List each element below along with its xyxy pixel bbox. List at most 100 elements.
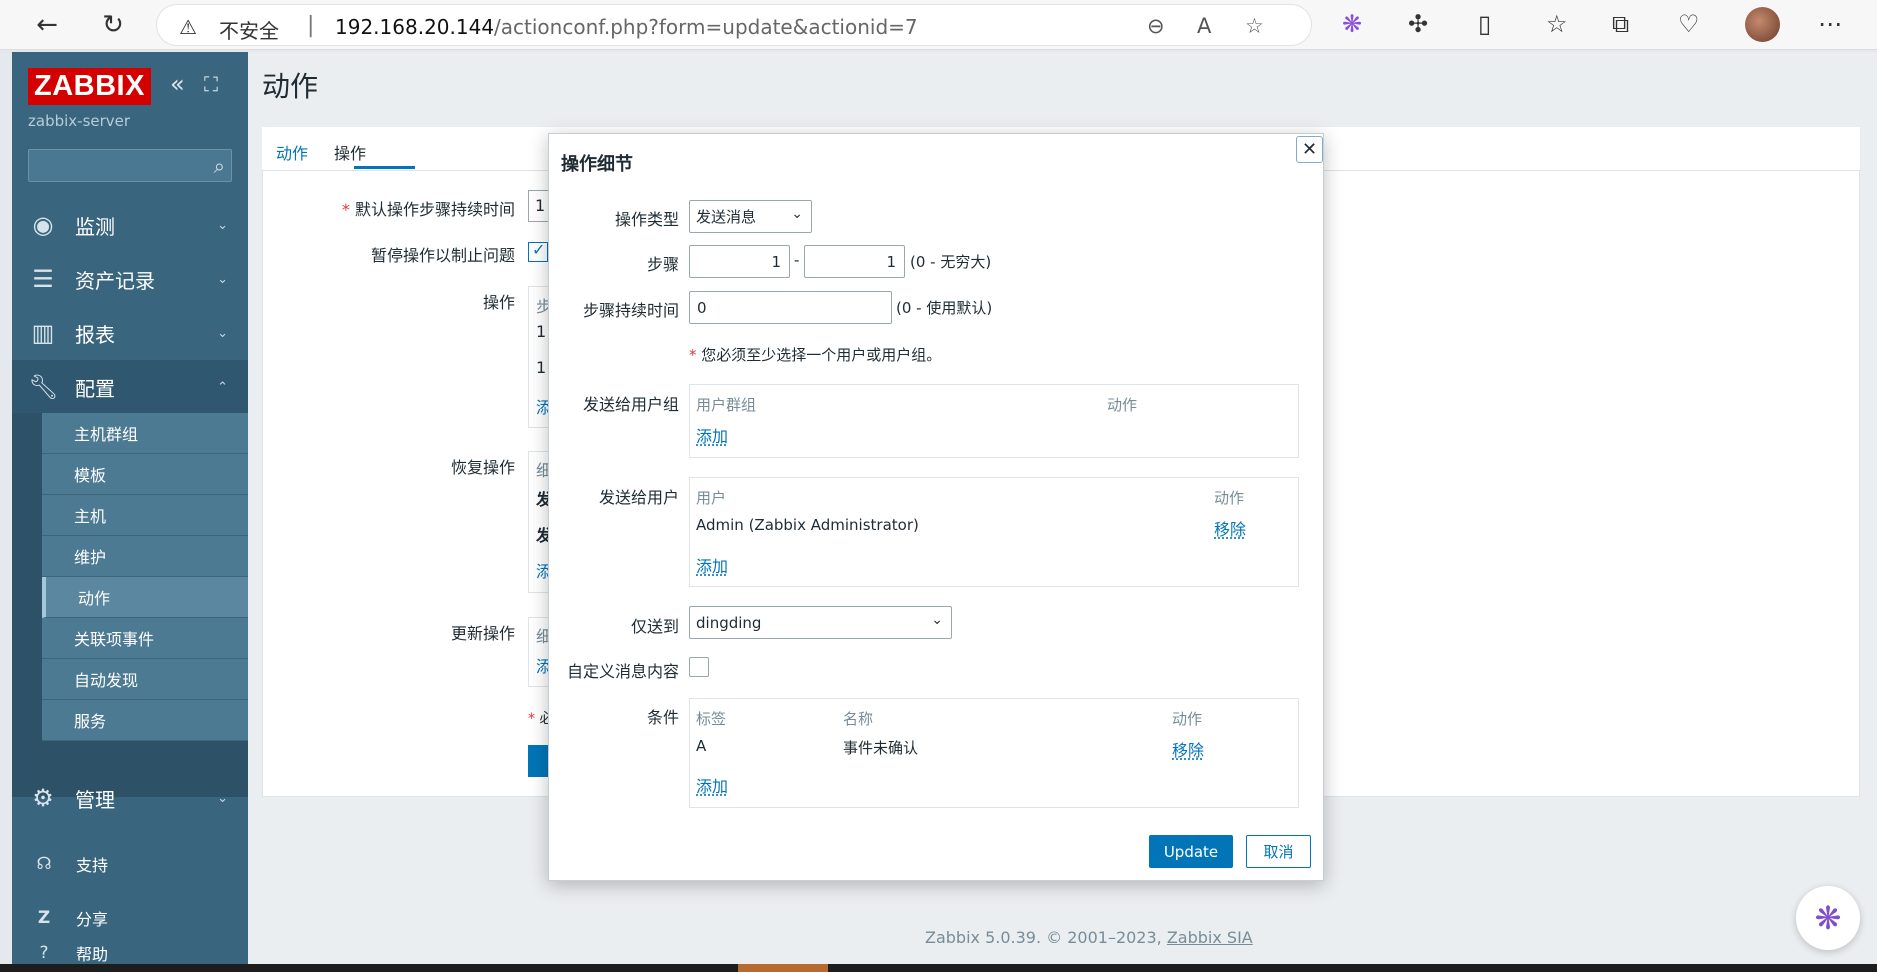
update-button[interactable]: Update [1149, 835, 1233, 868]
submenu-event-correlation[interactable]: 关联项事件 [42, 618, 248, 659]
tab-active-indicator [354, 166, 415, 169]
users-add-link[interactable]: 添加 [696, 553, 728, 577]
steps-hint: (0 - 无穷大) [910, 253, 992, 271]
extensions-icon[interactable]: ✣ [1408, 10, 1428, 38]
column-header: 用户群组 [696, 396, 757, 414]
read-aloud-icon[interactable]: A [1197, 14, 1211, 38]
taskbar-segment [738, 964, 828, 972]
eye-icon: ◉ [32, 211, 54, 239]
update-operations-label: 更新操作 [450, 624, 515, 643]
menu-administration[interactable]: ⚙ 管理 ⌄ [12, 771, 248, 825]
menu-label: 监测 [75, 214, 115, 239]
cancel-button[interactable]: 取消 [1246, 835, 1311, 868]
copilot-icon[interactable]: ❋ [1342, 10, 1362, 38]
operation-type-select[interactable]: 发送消息 ⌄ [689, 200, 812, 233]
address-bar[interactable]: ⚠ 不安全 | 192.168.20.144/actionconf.php?fo… [156, 4, 1312, 46]
menu-share[interactable]: Z 分享 [12, 895, 248, 941]
copilot-floating-icon[interactable]: ❋ [1796, 886, 1860, 950]
submenu-maintenance[interactable]: 维护 [42, 536, 248, 577]
update-button-fragment[interactable] [528, 745, 548, 777]
menu-help[interactable]: ? 帮助 [12, 942, 248, 964]
bar-chart-icon: ▥ [31, 319, 55, 347]
taskbar-strip [0, 964, 1877, 972]
column-header: 动作 [1172, 710, 1203, 728]
submenu-discovery[interactable]: 自动发现 [42, 659, 248, 700]
refresh-icon[interactable]: ↻ [96, 8, 130, 42]
menu-reports[interactable]: ▥ 报表 ⌄ [12, 306, 248, 360]
submenu-host-groups[interactable]: 主机群组 [42, 413, 248, 454]
chevron-down-icon: ⌄ [217, 271, 228, 287]
operations-row-fragment: 1 [536, 322, 547, 341]
favorites-icon[interactable]: ☆ [1546, 10, 1568, 38]
condition-remove-link[interactable]: 移除 [1172, 737, 1204, 761]
url-separator: | [307, 13, 315, 38]
page-title: 动作 [262, 70, 319, 103]
footer-link[interactable]: Zabbix SIA [1167, 928, 1253, 947]
close-icon[interactable]: ✕ [1296, 136, 1323, 163]
column-header: 动作 [1214, 489, 1245, 507]
browser-toolbar: ← ↻ ⚠ 不安全 | 192.168.20.144/actionconf.ph… [0, 0, 1877, 50]
search-icon[interactable]: ⌕ [214, 154, 225, 178]
share-icon: Z [37, 908, 51, 928]
search-input[interactable]: ⌕ [28, 149, 232, 182]
gear-icon: ⚙ [32, 784, 54, 812]
favorite-star-icon[interactable]: ☆ [1245, 14, 1264, 38]
user-groups-table: 用户群组 动作 添加 [689, 384, 1299, 458]
required-note: * 您必须至少选择一个用户或用户组。 [689, 346, 942, 364]
kiosk-mode-icon[interactable]: ⛶ [204, 72, 218, 96]
more-menu-icon[interactable]: ⋯ [1818, 10, 1842, 38]
wrench-icon: 🔧︎ [28, 373, 59, 401]
submenu-services[interactable]: 服务 [42, 700, 248, 741]
send-to-users-label: 发送给用户 [598, 488, 679, 507]
submenu-templates[interactable]: 模板 [42, 454, 248, 495]
condition-name: 事件未确认 [843, 739, 919, 757]
browser-essentials-icon[interactable]: ♡ [1678, 10, 1700, 38]
profile-avatar[interactable] [1745, 7, 1780, 42]
pause-label: 暂停操作以制止问题 [370, 246, 515, 265]
step-from-input[interactable]: 1 [689, 245, 790, 278]
menu-support[interactable]: ☊ 支持 [12, 841, 248, 887]
collections-icon[interactable]: ⧉ [1612, 10, 1629, 38]
url-text[interactable]: 192.168.20.144/actionconf.php?form=updat… [335, 15, 918, 39]
configuration-submenu: 主机群组 模板 主机 维护 动作 关联项事件 自动发现 服务 [12, 413, 248, 797]
column-header: 名称 [843, 710, 874, 728]
menu-configuration[interactable]: 🔧︎ 配置 ⌃ [12, 360, 248, 414]
step-to-input[interactable]: 1 [804, 245, 905, 278]
menu-inventory[interactable]: ☰ 资产记录 ⌄ [12, 252, 248, 306]
custom-message-checkbox[interactable] [689, 657, 709, 677]
menu-label: 支持 [76, 856, 109, 875]
step-duration-input[interactable]: 0 [689, 291, 892, 324]
chevron-down-icon: ⌄ [217, 217, 228, 233]
chevron-down-icon: ⌄ [931, 612, 943, 628]
conditions-add-link[interactable]: 添加 [696, 773, 728, 797]
conditions-table: 标签 名称 动作 A 事件未确认 移除 添加 [689, 698, 1299, 808]
tab-operations[interactable]: 操作 [334, 140, 366, 164]
footer: Zabbix 5.0.39. © 2001–2023, Zabbix SIA [925, 928, 1253, 947]
user-groups-add-link[interactable]: 添加 [696, 423, 728, 447]
users-table: 用户 动作 Admin (Zabbix Administrator) 移除 添加 [689, 477, 1299, 587]
user-remove-link[interactable]: 移除 [1214, 516, 1246, 540]
custom-message-label: 自定义消息内容 [566, 662, 679, 681]
submenu-actions[interactable]: 动作 [42, 577, 248, 618]
back-arrow-icon[interactable]: ← [30, 8, 64, 42]
menu-monitoring[interactable]: ◉ 监测 ⌄ [12, 198, 248, 252]
send-only-to-select[interactable]: dingding ⌄ [689, 606, 952, 639]
operations-row-fragment: 1 [536, 358, 547, 377]
chevron-down-icon: ⌄ [791, 206, 803, 222]
menu-label: 配置 [75, 376, 115, 401]
steps-label: 步骤 [646, 255, 679, 274]
zoom-out-icon[interactable]: ⊖ [1147, 14, 1165, 38]
submenu-hosts[interactable]: 主机 [42, 495, 248, 536]
send-only-to-label: 仅送到 [630, 617, 679, 636]
default-duration-label: * 默认操作步骤持续时间 [341, 200, 515, 219]
help-icon: ? [39, 943, 49, 963]
split-screen-icon[interactable]: ▯ [1478, 10, 1491, 38]
operation-details-dialog: 操作细节 ✕ 操作类型 发送消息 ⌄ 步骤 1 - 1 (0 - 无穷大) 步骤… [548, 133, 1324, 881]
menu-label: 资产记录 [75, 268, 155, 293]
collapse-sidebar-icon[interactable]: « [170, 70, 185, 98]
column-header: 用户 [696, 489, 727, 507]
condition-label: A [696, 737, 707, 755]
zabbix-logo[interactable]: ZABBIX [28, 68, 151, 105]
menu-label: 报表 [75, 322, 115, 347]
tab-action[interactable]: 动作 [276, 140, 308, 164]
